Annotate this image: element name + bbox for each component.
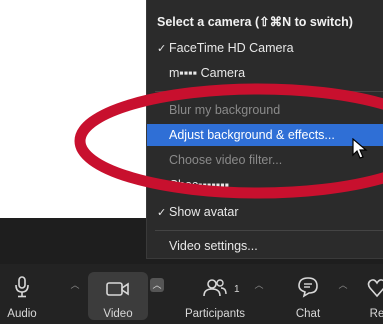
checkmark-icon: ✓ bbox=[157, 43, 167, 55]
video-options-chevron-icon[interactable]: ︿ bbox=[150, 278, 164, 292]
menu-item-choose-video-filter: Choose video filter... bbox=[147, 149, 383, 171]
menu-separator bbox=[155, 230, 383, 231]
menu-item-show-avatar[interactable]: ✓ Show avatar bbox=[147, 201, 383, 223]
menu-item-adjust-background[interactable]: Adjust background & effects... bbox=[147, 124, 383, 146]
mouse-pointer-icon bbox=[352, 138, 368, 159]
menu-item-facetime-camera[interactable]: ✓ FaceTime HD Camera bbox=[147, 37, 383, 59]
reactions-label: Re bbox=[369, 308, 383, 320]
chat-button[interactable]: Chat bbox=[286, 272, 330, 320]
participants-count: 1 bbox=[234, 284, 240, 295]
participants-label: Participants bbox=[184, 308, 246, 320]
participants-button[interactable]: Participants bbox=[170, 272, 260, 320]
menu-item-label: Blur my background bbox=[169, 103, 281, 117]
camera-menu: Select a camera (⇧⌘N to switch) ✓ FaceTim… bbox=[146, 0, 383, 259]
menu-item-label: m▪▪▪▪ Camera bbox=[169, 66, 246, 80]
menu-item-label: Show avatar bbox=[169, 205, 239, 219]
menu-separator bbox=[155, 91, 383, 92]
checkmark-icon: ✓ bbox=[157, 207, 167, 219]
audio-options-chevron-icon[interactable]: ︿ bbox=[68, 278, 82, 292]
camera-menu-header: Select a camera (⇧⌘N to switch) bbox=[157, 15, 353, 29]
menu-item-check[interactable]: Chec▪▪▪▪▪▪▪ bbox=[147, 174, 383, 196]
meeting-toolbar: Audio ︿ Video ︿ Participants 1 ︿ Chat ︿ … bbox=[0, 264, 383, 324]
menu-item-label: Adjust background & effects... bbox=[169, 128, 335, 142]
heart-icon bbox=[367, 272, 383, 298]
menu-item-label: Chec▪▪▪▪▪▪▪ bbox=[169, 178, 230, 192]
participants-options-chevron-icon[interactable]: ︿ bbox=[252, 278, 266, 292]
audio-label: Audio bbox=[7, 308, 37, 320]
participants-icon bbox=[203, 272, 227, 298]
menu-item-label: FaceTime HD Camera bbox=[169, 41, 294, 55]
reactions-button[interactable]: Re bbox=[362, 272, 383, 320]
menu-item-label: Video settings... bbox=[169, 239, 258, 253]
video-label: Video bbox=[103, 308, 133, 320]
menu-item-video-settings[interactable]: Video settings... bbox=[147, 235, 383, 257]
chat-icon bbox=[297, 272, 319, 298]
audio-button[interactable]: Audio bbox=[2, 272, 42, 320]
chat-options-chevron-icon[interactable]: ︿ bbox=[336, 278, 350, 292]
microphone-icon bbox=[14, 272, 30, 298]
menu-item-second-camera[interactable]: m▪▪▪▪ Camera bbox=[147, 62, 383, 84]
menu-item-label: Choose video filter... bbox=[169, 153, 283, 167]
video-button[interactable]: Video bbox=[88, 272, 148, 320]
chat-label: Chat bbox=[295, 308, 321, 320]
video-camera-icon bbox=[106, 272, 130, 298]
menu-item-blur-background: Blur my background bbox=[147, 99, 383, 121]
